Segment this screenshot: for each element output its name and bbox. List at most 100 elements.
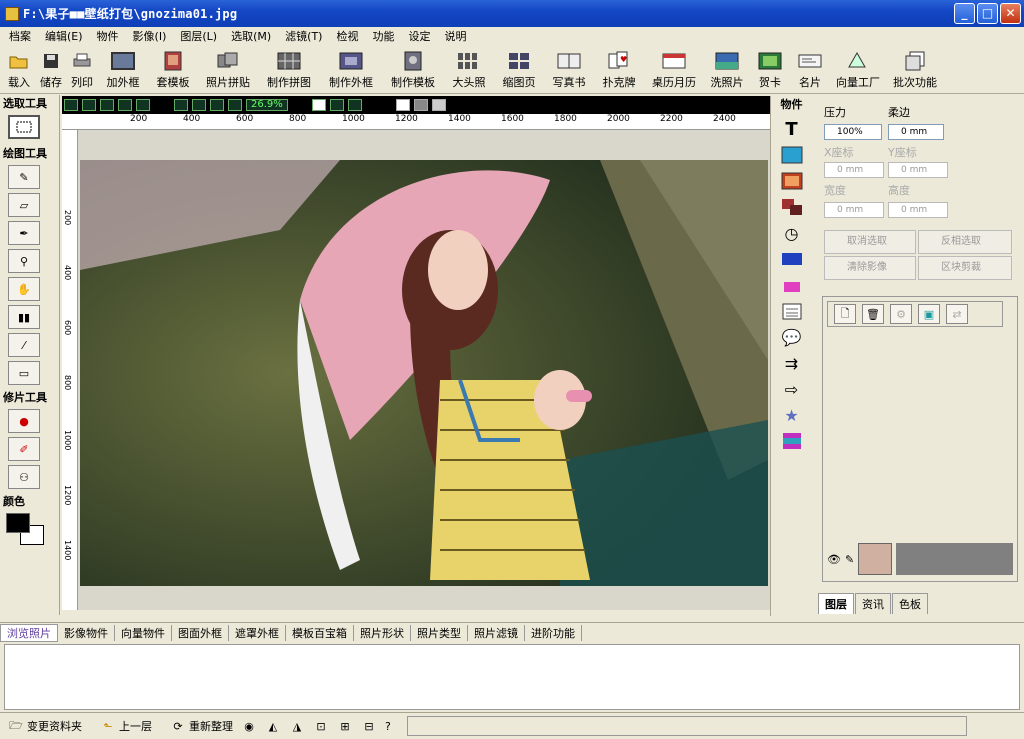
speech-bubble-button[interactable]: 💬 bbox=[779, 326, 805, 348]
tab-info[interactable]: 资讯 bbox=[855, 593, 891, 614]
menu-view[interactable]: 检视 bbox=[331, 28, 367, 44]
add-frame-button[interactable]: 加外框 bbox=[98, 46, 148, 94]
tab-photo-filters[interactable]: 照片滤镜 bbox=[468, 624, 525, 641]
clock-object-button[interactable]: ◷ bbox=[779, 222, 805, 244]
thumbnail-page-button[interactable]: 缩图页 bbox=[494, 46, 544, 94]
photo-object-button[interactable] bbox=[779, 170, 805, 192]
crop-icon[interactable] bbox=[136, 99, 150, 111]
view-mode-button[interactable]: ◉ bbox=[241, 718, 257, 734]
eraser-tool[interactable]: ▱ bbox=[8, 193, 40, 217]
brush-tool[interactable]: ✎ bbox=[8, 165, 40, 189]
flip-icon[interactable] bbox=[118, 99, 132, 111]
pen-tool[interactable]: ✒ bbox=[8, 221, 40, 245]
tab-photo-types[interactable]: 照片类型 bbox=[411, 624, 468, 641]
undo-icon[interactable] bbox=[64, 99, 78, 111]
photo-image[interactable] bbox=[80, 160, 768, 586]
zoom-out-icon[interactable] bbox=[192, 99, 206, 111]
clone-tool[interactable]: ⚇ bbox=[8, 465, 40, 489]
batch-button[interactable]: 批次功能 bbox=[886, 46, 944, 94]
rotate-icon[interactable] bbox=[100, 99, 114, 111]
new-layer-button[interactable]: 🗋 bbox=[834, 304, 856, 324]
fit-window-icon[interactable] bbox=[210, 99, 224, 111]
hand-tool[interactable]: ✋ bbox=[8, 277, 40, 301]
tab-browse-photos[interactable]: 浏览照片 bbox=[0, 623, 58, 642]
pointer-icon[interactable] bbox=[311, 99, 326, 111]
menu-function[interactable]: 功能 bbox=[367, 28, 403, 44]
lines-object-button[interactable]: ⇉ bbox=[779, 352, 805, 374]
refresh-button[interactable]: ⟳ 重新整理 bbox=[170, 718, 233, 734]
sort-date-button[interactable]: ◮ bbox=[289, 718, 305, 734]
load-button[interactable]: 载入 bbox=[2, 46, 36, 94]
layer-image-button[interactable]: ▣ bbox=[918, 304, 940, 324]
canvas-area[interactable] bbox=[78, 130, 770, 610]
change-folder-button[interactable]: 🗁 变更资料夹 bbox=[8, 718, 82, 734]
make-puzzle-button[interactable]: 制作拼图 bbox=[258, 46, 320, 94]
tab-mask-frames[interactable]: 遮罩外框 bbox=[229, 624, 286, 641]
minimize-button[interactable]: _ bbox=[954, 3, 975, 24]
calendar-button[interactable]: 桌历月历 bbox=[644, 46, 704, 94]
tab-swatches[interactable]: 色板 bbox=[892, 593, 928, 614]
menu-help[interactable]: 说明 bbox=[439, 28, 475, 44]
collage-button[interactable]: 照片拼贴 bbox=[198, 46, 258, 94]
cancel-select-button[interactable]: 取消选取 bbox=[824, 230, 916, 254]
clear-image-button[interactable]: 清除影像 bbox=[824, 256, 916, 280]
calendar-object-button[interactable] bbox=[779, 300, 805, 322]
eyedropper-tool[interactable]: ⁄ bbox=[8, 333, 40, 357]
menu-file[interactable]: 档案 bbox=[4, 28, 40, 44]
make-frame-button[interactable]: 制作外框 bbox=[320, 46, 382, 94]
star-object-button[interactable]: ★ bbox=[779, 404, 805, 426]
white-bg-icon[interactable] bbox=[395, 99, 410, 111]
add-icon[interactable] bbox=[347, 99, 362, 111]
menu-image[interactable]: 影像(I) bbox=[128, 28, 176, 44]
greeting-card-button[interactable]: 贺卡 bbox=[750, 46, 790, 94]
tab-image-objects[interactable]: 影像物件 bbox=[58, 624, 115, 641]
foreground-color-swatch[interactable] bbox=[6, 513, 30, 533]
layer-merge-button[interactable]: ⇄ bbox=[946, 304, 968, 324]
width-input[interactable]: 0 mm bbox=[824, 202, 884, 218]
tab-vector-objects[interactable]: 向量物件 bbox=[115, 624, 172, 641]
eye-icon[interactable]: 👁 bbox=[827, 553, 841, 566]
menu-edit[interactable]: 编辑(E) bbox=[40, 28, 92, 44]
gradient-object-button[interactable] bbox=[779, 430, 805, 452]
vector-factory-button[interactable]: 向量工厂 bbox=[830, 46, 886, 94]
pattern-tool[interactable]: ▮▮ bbox=[8, 305, 40, 329]
maximize-button[interactable]: □ bbox=[977, 3, 998, 24]
thumb-medium-button[interactable]: ⊞ bbox=[337, 718, 353, 734]
height-input[interactable]: 0 mm bbox=[888, 202, 948, 218]
layer-props-button[interactable]: ⚙ bbox=[890, 304, 912, 324]
light-bg-icon[interactable] bbox=[431, 99, 446, 111]
soft-edge-input[interactable]: 0 mm bbox=[888, 124, 944, 140]
delete-layer-button[interactable]: 🗑 bbox=[862, 304, 884, 324]
cake-object-button[interactable] bbox=[779, 274, 805, 296]
thumb-large-button[interactable]: ⊟ bbox=[361, 718, 377, 734]
redo-icon[interactable] bbox=[82, 99, 96, 111]
photo-browser-area[interactable] bbox=[4, 644, 1020, 710]
gray-bg-icon[interactable] bbox=[413, 99, 428, 111]
text-object-button[interactable]: T bbox=[779, 118, 805, 140]
gif-object-button[interactable] bbox=[779, 248, 805, 270]
pan-hand-icon[interactable] bbox=[329, 99, 344, 111]
save-button[interactable]: 储存 bbox=[36, 46, 66, 94]
menu-select[interactable]: 选取(M) bbox=[226, 28, 280, 44]
apply-template-button[interactable]: 套模板 bbox=[148, 46, 198, 94]
pressure-input[interactable]: 100% bbox=[824, 124, 882, 140]
arrow-object-button[interactable]: ⇨ bbox=[779, 378, 805, 400]
pencil-icon[interactable]: ✎ bbox=[845, 553, 854, 566]
menu-layer[interactable]: 图层(L) bbox=[175, 28, 226, 44]
poker-button[interactable]: ♥ 扑克牌 bbox=[594, 46, 644, 94]
business-card-button[interactable]: 名片 bbox=[790, 46, 830, 94]
sort-name-button[interactable]: ◭ bbox=[265, 718, 281, 734]
menu-settings[interactable]: 设定 bbox=[403, 28, 439, 44]
make-template-button[interactable]: 制作模板 bbox=[382, 46, 444, 94]
shape-tool[interactable]: ▭ bbox=[8, 361, 40, 385]
stamp-tool[interactable]: ⚲ bbox=[8, 249, 40, 273]
tab-page-frames[interactable]: 图面外框 bbox=[172, 624, 229, 641]
print-button[interactable]: 列印 bbox=[66, 46, 98, 94]
image-object-button[interactable] bbox=[779, 144, 805, 166]
rect-select-tool[interactable] bbox=[8, 115, 40, 139]
close-button[interactable]: ✕ bbox=[1000, 3, 1021, 24]
menu-object[interactable]: 物件 bbox=[92, 28, 128, 44]
tab-photo-shapes[interactable]: 照片形状 bbox=[354, 624, 411, 641]
red-eye-tool[interactable]: ● bbox=[8, 409, 40, 433]
tab-template-box[interactable]: 模板百宝箱 bbox=[286, 624, 354, 641]
